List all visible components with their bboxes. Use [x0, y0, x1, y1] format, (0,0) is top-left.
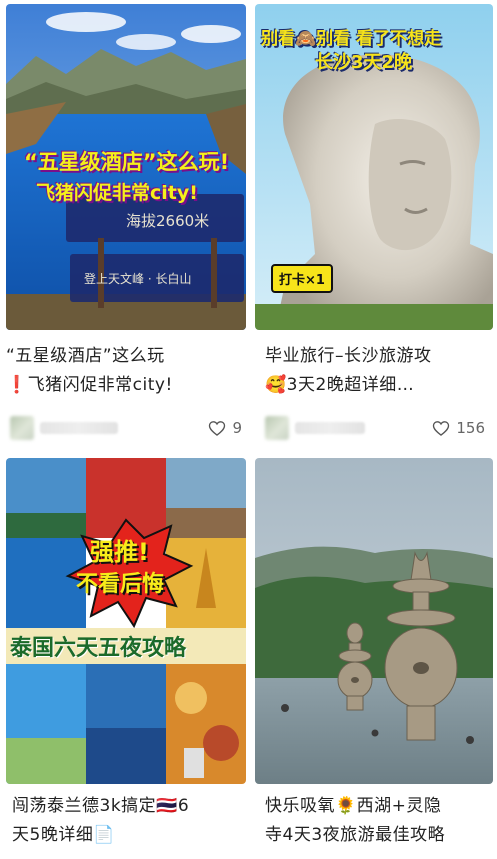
like-count: 9 [232, 419, 242, 437]
post-meta: 156 [265, 416, 485, 440]
author-avatar[interactable] [265, 416, 289, 440]
overlay-title-line1: “五星级酒店”这么玩! [24, 150, 230, 174]
overlay-title-line2: 长沙3天2晚 [315, 52, 413, 73]
checkin-badge: 打卡×1 [271, 264, 333, 293]
author-avatar[interactable] [10, 416, 34, 440]
post-title-line2[interactable]: 🥰3天2晚超详细… [265, 371, 414, 400]
post-card[interactable]: 快乐吸氧🌻西湖+灵隐 寺4天3夜旅游最佳攻略 [255, 458, 493, 858]
sign-summit-text: 登上天文峰 · 长白山 [84, 272, 192, 286]
sign-altitude-text: 海拔2660米 [126, 212, 210, 230]
like-button[interactable]: 156 [431, 416, 485, 440]
post-card[interactable]: “五星级酒店”这么玩! 飞猪闪促非常city! 海拔2660米 登上天文峰 · … [6, 4, 246, 444]
post-card[interactable]: 别看🙈别看 看了不想走 长沙3天2晚 打卡×1 毕业旅行–长沙旅游攻 🥰3天2晚… [255, 4, 493, 444]
overlay-title-line1: 别看🙈别看 看了不想走 [261, 29, 442, 49]
post-cover-image[interactable]: 别看🙈别看 看了不想走 长沙3天2晚 打卡×1 [255, 4, 493, 330]
overlay-title-line2: 飞猪闪促非常city! [36, 182, 198, 204]
post-title-line2-text: 飞猪闪促非常city! [27, 375, 173, 395]
post-title-line2[interactable]: 寺4天3夜旅游最佳攻略 [265, 821, 445, 850]
heart-outline-icon [209, 421, 226, 436]
burst-text-line1: 强推! [90, 538, 149, 566]
post-title-line1[interactable]: 快乐吸氧🌻西湖+灵隐 [265, 792, 441, 821]
post-title-line2[interactable]: ❗飞猪闪促非常city! [6, 371, 173, 400]
post-title-line2[interactable]: 天5晚详细📄 [12, 821, 115, 850]
banner-text: 泰国六天五夜攻略 [10, 636, 187, 661]
thailand-collage [6, 458, 246, 784]
like-button[interactable]: 9 [207, 416, 242, 440]
author-name-blurred[interactable] [40, 422, 118, 434]
like-count: 156 [456, 419, 485, 437]
post-title-line1[interactable]: “五星级酒店”这么玩 [6, 342, 165, 371]
exclamation-emoji: ❗ [6, 375, 28, 395]
west-lake-pagoda-scene [255, 458, 493, 784]
post-cover-image[interactable]: “五星级酒店”这么玩! 飞猪闪促非常city! 海拔2660米 登上天文峰 · … [6, 4, 246, 330]
post-cover-image[interactable] [255, 458, 493, 784]
post-card[interactable]: 强推! 不看后悔 泰国六天五夜攻略 闯荡泰兰德3k搞定🇹🇭6 天5晚详细📄 [6, 458, 246, 858]
heart-outline-icon [433, 421, 450, 436]
burst-text-line2: 不看后悔 [76, 572, 165, 597]
post-meta: 9 [10, 416, 242, 440]
author-name-blurred[interactable] [295, 422, 365, 434]
post-title-line1[interactable]: 毕业旅行–长沙旅游攻 [265, 342, 432, 371]
post-title-line1[interactable]: 闯荡泰兰德3k搞定🇹🇭6 [12, 792, 189, 821]
post-title-line2-text: 3天2晚超详细… [286, 375, 415, 395]
post-cover-image[interactable]: 强推! 不看后悔 泰国六天五夜攻略 [6, 458, 246, 784]
smiling-hearts-emoji: 🥰 [265, 375, 287, 395]
